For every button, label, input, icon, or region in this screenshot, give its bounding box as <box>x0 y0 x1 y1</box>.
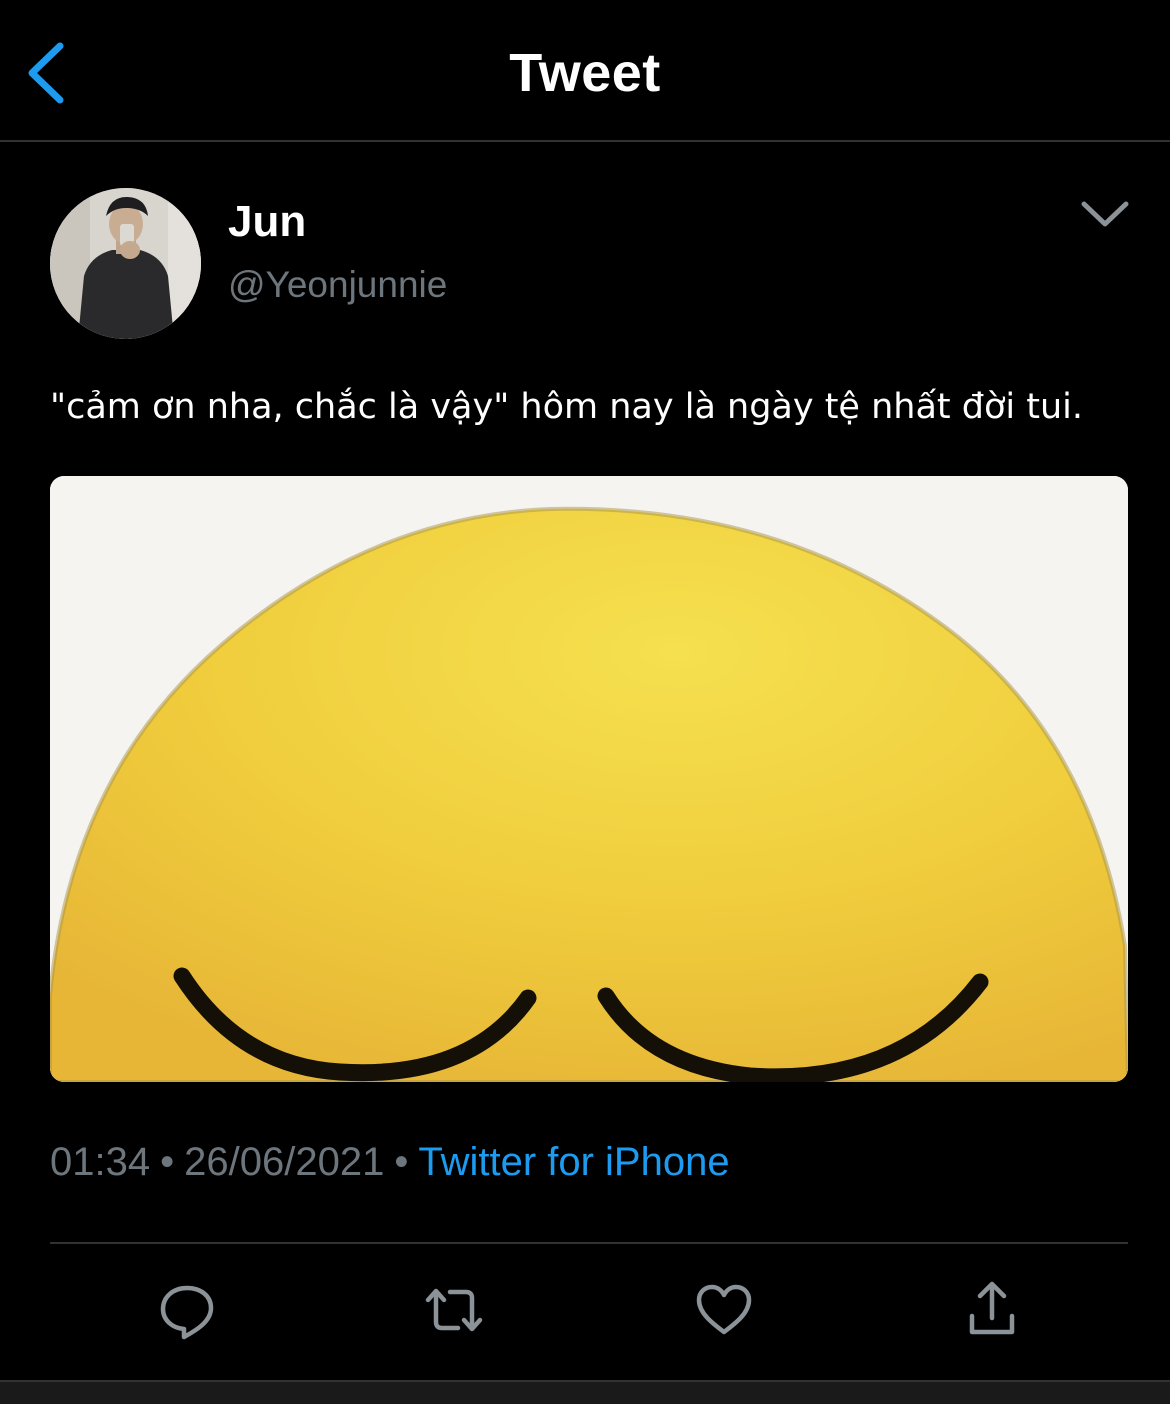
more-options-button[interactable] <box>1078 192 1132 236</box>
bottom-bar <box>0 1380 1170 1404</box>
tweet-text: "cảm ơn nha, chắc là vậy" hôm nay là ngà… <box>50 387 1083 427</box>
meta-separator: • <box>394 1140 409 1184</box>
retweet-icon <box>425 1288 483 1332</box>
share-button[interactable] <box>960 1278 1024 1342</box>
retweet-button[interactable] <box>422 1278 486 1342</box>
tweet-time: 01:34 <box>50 1140 151 1184</box>
tweet-detail-screen: Tweet Jun @Yeonjunnie "cảm ơn nha, chắc … <box>0 0 1170 1404</box>
like-icon <box>696 1284 752 1335</box>
pensive-face-emoji-image <box>50 476 1128 1082</box>
avatar[interactable] <box>50 188 201 339</box>
avatar-photo <box>50 188 201 339</box>
top-nav-bar: Tweet <box>0 0 1170 142</box>
author-name[interactable]: Jun <box>228 197 306 247</box>
meta-separator: • <box>160 1140 175 1184</box>
tweet-date: 26/06/2021 <box>184 1140 385 1184</box>
tweet-source-link[interactable]: Twitter for iPhone <box>418 1140 729 1184</box>
tweet-media-image[interactable] <box>50 476 1128 1082</box>
author-handle[interactable]: @Yeonjunnie <box>228 264 447 306</box>
reply-icon <box>160 1285 214 1340</box>
like-button[interactable] <box>692 1278 756 1342</box>
page-title: Tweet <box>509 43 661 103</box>
share-icon <box>969 1281 1015 1335</box>
tweet-metadata: 01:34 • 26/06/2021 • Twitter for iPhone <box>50 1140 730 1185</box>
chevron-down-icon <box>1081 201 1129 227</box>
reply-button[interactable] <box>155 1278 219 1342</box>
divider <box>50 1242 1128 1244</box>
